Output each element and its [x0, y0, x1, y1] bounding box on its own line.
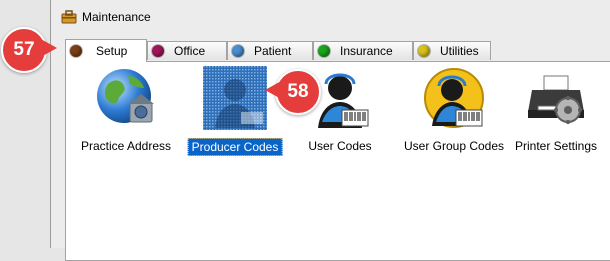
patient-dot-icon [232, 45, 244, 57]
tab-insurance[interactable]: Insurance [313, 41, 413, 60]
utilities-dot-icon [418, 45, 430, 57]
callout-pointer-icon [265, 80, 283, 100]
user-group-barcode-icon [424, 68, 484, 128]
item-label: Producer Codes [187, 138, 283, 156]
practice-address-item[interactable]: Practice Address [81, 66, 171, 153]
window-title: Maintenance [82, 10, 151, 24]
callout-57: 57 [1, 27, 57, 73]
printer-settings-item[interactable]: Printer Settings [515, 66, 597, 153]
office-dot-icon [152, 45, 164, 57]
tab-label: Patient [254, 44, 292, 58]
item-label: User Group Codes [403, 139, 505, 153]
setup-dot-icon [70, 45, 82, 57]
callout-number: 57 [13, 39, 35, 60]
item-label: User Codes [308, 139, 372, 153]
globe-house-icon [97, 69, 154, 123]
printer-gear-icon [528, 75, 584, 124]
tab-setup[interactable]: Setup [65, 39, 147, 62]
callout-pointer-icon [39, 38, 57, 58]
tab-label: Utilities [440, 44, 479, 58]
producer-codes-item[interactable]: Producer Codes [187, 66, 283, 156]
user-group-codes-item[interactable]: User Group Codes [404, 66, 504, 153]
tab-utilities[interactable]: Utilities [413, 41, 491, 60]
callout-number: 58 [287, 81, 309, 102]
insurance-dot-icon [318, 45, 330, 57]
tab-label: Setup [96, 44, 128, 58]
item-label: Printer Settings [514, 139, 598, 153]
tab-label: Office [174, 44, 206, 58]
maintenance-window: Maintenance Setup Office Patient Insuran… [50, 0, 610, 261]
setup-panel: Practice Address Producer Codes User Cod… [65, 61, 610, 261]
tab-label: Insurance [340, 44, 393, 58]
producer-codes-icon [203, 66, 267, 130]
title-bar: Maintenance [51, 4, 610, 30]
maintenance-icon [61, 10, 77, 24]
callout-58: 58 [265, 69, 321, 115]
item-label: Practice Address [80, 139, 172, 153]
tab-patient[interactable]: Patient [227, 41, 313, 60]
tab-office[interactable]: Office [147, 41, 227, 60]
